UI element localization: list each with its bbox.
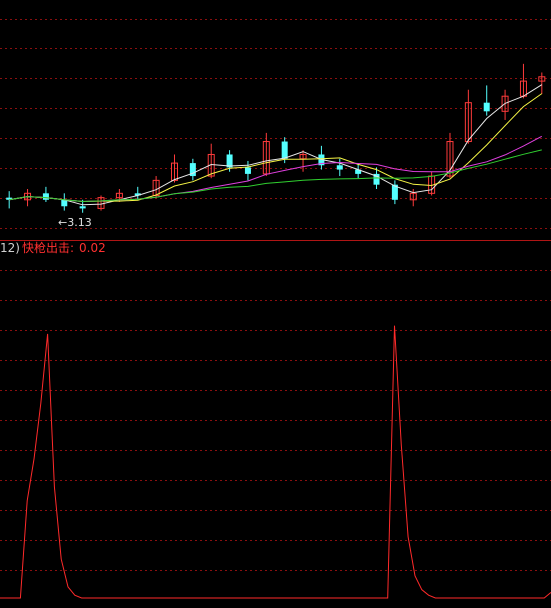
indicator-line	[0, 325, 551, 599]
ma-line-short	[9, 84, 543, 206]
candle-down	[79, 206, 86, 209]
candle-down	[281, 141, 288, 159]
candle-down	[42, 193, 49, 200]
ma-line-20	[9, 149, 542, 203]
ma-line-5	[9, 93, 543, 203]
indicator-name: 快枪出击:	[22, 241, 75, 255]
stock-chart	[0, 19, 551, 599]
indicator-value: 0.02	[79, 241, 106, 255]
low-price-label: ←3.13	[58, 216, 92, 229]
candle-down	[483, 102, 490, 112]
candle-down	[244, 167, 251, 174]
candle-down	[336, 165, 343, 170]
indicator-params: 12)	[0, 241, 20, 255]
